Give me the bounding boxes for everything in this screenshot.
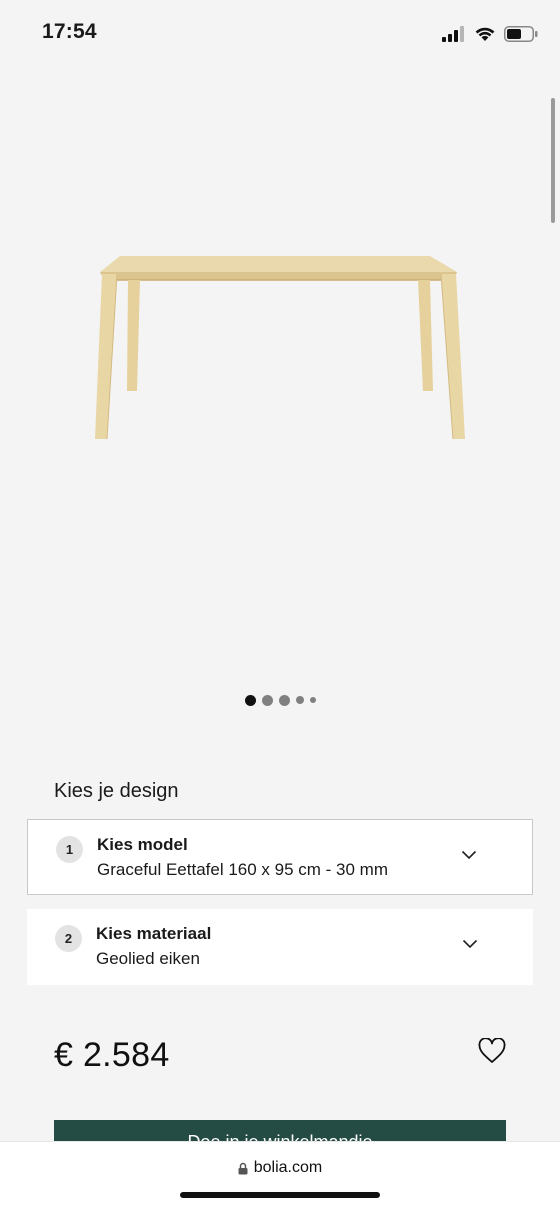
carousel-dot-5[interactable]	[309, 697, 316, 703]
url-text: bolia.com	[253, 1159, 323, 1176]
status-bar: 17:54	[0, 0, 560, 66]
option-value: Geolied eiken	[96, 949, 200, 968]
chevron-down-icon[interactable]	[462, 939, 478, 949]
carousel-dot-3[interactable]	[278, 694, 290, 706]
url-display[interactable]: bolia.com	[0, 1159, 560, 1177]
design-section-heading: Kies je design	[54, 780, 179, 802]
home-indicator[interactable]	[180, 1192, 380, 1198]
step-number-badge: 1	[56, 836, 83, 863]
status-time: 17:54	[42, 20, 97, 43]
product-image-dining-table	[95, 256, 465, 440]
option-card-model[interactable]: 1 Kies model Graceful Eettafel 160 x 95 …	[27, 819, 533, 895]
browser-address-bar[interactable]: bolia.com	[0, 1141, 560, 1211]
wifi-icon	[475, 27, 495, 41]
step-number-badge: 2	[55, 925, 82, 952]
carousel-dot-4[interactable]	[295, 696, 304, 704]
option-card-material[interactable]: 2 Kies materiaal Geolied eiken	[27, 909, 533, 985]
chevron-down-icon[interactable]	[461, 850, 477, 860]
option-title: Kies materiaal	[96, 924, 212, 943]
carousel-pagination[interactable]	[0, 693, 560, 707]
battery-icon	[504, 26, 538, 42]
product-price: € 2.584	[54, 1036, 170, 1074]
heart-icon[interactable]	[478, 1038, 506, 1064]
lock-icon	[238, 1162, 248, 1174]
carousel-dot-2[interactable]	[261, 694, 273, 706]
option-title: Kies model	[97, 835, 188, 854]
cellular-signal-icon	[442, 26, 464, 42]
product-image-carousel[interactable]	[0, 66, 560, 686]
carousel-dot-1[interactable]	[244, 694, 256, 706]
status-icons	[442, 22, 538, 46]
option-value: Graceful Eettafel 160 x 95 cm - 30 mm	[97, 860, 389, 879]
